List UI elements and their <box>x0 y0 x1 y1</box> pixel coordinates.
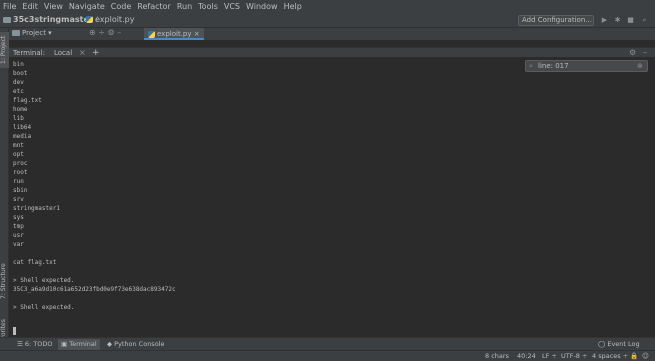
lock-icon[interactable]: 🔒 <box>630 352 638 361</box>
tool-window-bar: ☰ 6: TODO ▣ Terminal ◆ Python Console ◯ … <box>0 337 655 350</box>
notifications-icon[interactable]: ☺ <box>642 352 649 361</box>
side-tab-structure[interactable]: 7: Structure <box>0 260 9 302</box>
terminal-line: stringmaster1 <box>13 205 60 212</box>
terminal-tab-local[interactable]: Local <box>54 49 72 57</box>
terminal-line: 35C3_a6a9d10c61a652d23fbd0e9f73e638dac89… <box>13 286 176 293</box>
navigation-bar: 35c3stringmaster / exploit.py Add Config… <box>0 13 655 28</box>
terminal-cursor <box>13 327 16 335</box>
menu-bar: File Edit View Navigate Code Refactor Ru… <box>0 0 655 13</box>
terminal-line: var <box>13 241 24 248</box>
status-bar: 8 chars 40:24 LF ÷ UTF-8 ÷ 4 spaces ÷ 🔒 … <box>0 350 655 361</box>
terminal-line: run <box>13 178 24 185</box>
search-everywhere-icon[interactable]: ⌕ <box>640 16 649 25</box>
terminal-search-text: line: 017 <box>538 62 569 70</box>
menu-run[interactable]: Run <box>177 2 192 11</box>
side-tab-project[interactable]: 1: Project <box>0 32 9 68</box>
status-selection-chars: 8 chars <box>485 352 509 360</box>
terminal-line: > Shell expected. <box>13 304 75 311</box>
terminal-line: opt <box>13 151 24 158</box>
editor-tab-exploit[interactable]: exploit.py × <box>144 28 204 40</box>
menu-tools[interactable]: Tools <box>198 2 218 11</box>
folder-icon <box>3 16 11 23</box>
tool-tab-todo[interactable]: ☰ 6: TODO <box>14 339 56 350</box>
terminal-line: proc <box>13 160 28 167</box>
terminal-tab-close-icon[interactable]: × <box>79 48 86 57</box>
menu-help[interactable]: Help <box>284 2 302 11</box>
terminal-line: srv <box>13 196 24 203</box>
project-folder-icon <box>12 30 20 36</box>
status-indent[interactable]: 4 spaces ÷ <box>592 352 628 361</box>
tool-tab-python-console[interactable]: ◆ Python Console <box>104 339 167 350</box>
terminal-line: usr <box>13 232 24 239</box>
terminal-line: dev <box>13 79 24 86</box>
event-log-button[interactable]: ◯ Event Log <box>595 339 643 350</box>
terminal-lines: bin boot dev etc flag.txt home lib lib64 media mn… <box>13 60 176 312</box>
add-configuration-button[interactable]: Add Configuration... <box>518 15 594 26</box>
terminal-line: tmp <box>13 223 24 230</box>
python-file-icon <box>86 16 93 23</box>
menu-vcs[interactable]: VCS <box>224 2 240 11</box>
stop-icon[interactable]: ■ <box>626 16 635 25</box>
menu-view[interactable]: View <box>44 2 63 11</box>
search-icon: ⌕ <box>529 62 533 70</box>
terminal-line: boot <box>13 70 28 77</box>
terminal-line: sbin <box>13 187 28 194</box>
tool-tab-terminal[interactable]: ▣ Terminal <box>58 339 100 350</box>
terminal-line: root <box>13 169 28 176</box>
project-panel-icons[interactable]: ⊕ ÷ ⚙ – <box>89 28 121 37</box>
status-caret-position[interactable]: 40:24 <box>517 352 536 361</box>
left-tool-strip: 1: Project 7: Structure 2: Favorites <box>0 28 9 354</box>
project-panel-header: Project ▾ ⊕ ÷ ⚙ – exploit.py × <box>9 28 655 40</box>
terminal-line: home <box>13 106 28 113</box>
new-terminal-button[interactable]: + <box>92 48 100 58</box>
terminal-line: lib64 <box>13 124 32 131</box>
terminal-output[interactable]: bin boot dev etc flag.txt home lib lib64 media mn… <box>9 58 655 337</box>
terminal-line: bin <box>13 61 24 68</box>
terminal-search-field[interactable]: ⌕ line: 017 ⊗ <box>525 60 648 72</box>
menu-code[interactable]: Code <box>111 2 131 11</box>
settings-icon[interactable]: ⚙ <box>629 48 636 57</box>
terminal-line: etc <box>13 88 24 95</box>
debug-icon[interactable]: ✱ <box>613 16 622 25</box>
terminal-line: lib <box>13 115 24 122</box>
breadcrumb-file[interactable]: exploit.py <box>86 15 134 24</box>
project-panel-title[interactable]: Project ▾ <box>12 29 52 37</box>
run-icon[interactable]: ▶ <box>600 16 609 25</box>
terminal-title: Terminal: <box>13 49 45 57</box>
menu-navigate[interactable]: Navigate <box>69 2 105 11</box>
menu-window[interactable]: Window <box>246 2 278 11</box>
hide-icon[interactable]: – <box>643 48 647 57</box>
menu-file[interactable]: File <box>3 2 16 11</box>
terminal-line: flag.txt <box>13 97 42 104</box>
terminal-line: > Shell expected. <box>13 277 75 284</box>
clear-search-icon[interactable]: ⊗ <box>637 61 643 71</box>
terminal-line: cat flag.txt <box>13 259 57 266</box>
python-file-icon <box>148 30 155 38</box>
status-encoding[interactable]: UTF-8 ÷ <box>561 352 587 361</box>
menu-refactor[interactable]: Refactor <box>137 2 171 11</box>
breadcrumb-project[interactable]: 35c3stringmaster / <box>3 15 98 24</box>
terminal-line: mnt <box>13 142 24 149</box>
terminal-header: Terminal: Local × + ⚙ – <box>9 47 655 58</box>
menu-edit[interactable]: Edit <box>22 2 38 11</box>
terminal-line: sys <box>13 214 24 221</box>
status-line-separator[interactable]: LF ÷ <box>542 352 557 361</box>
terminal-line: media <box>13 133 32 140</box>
